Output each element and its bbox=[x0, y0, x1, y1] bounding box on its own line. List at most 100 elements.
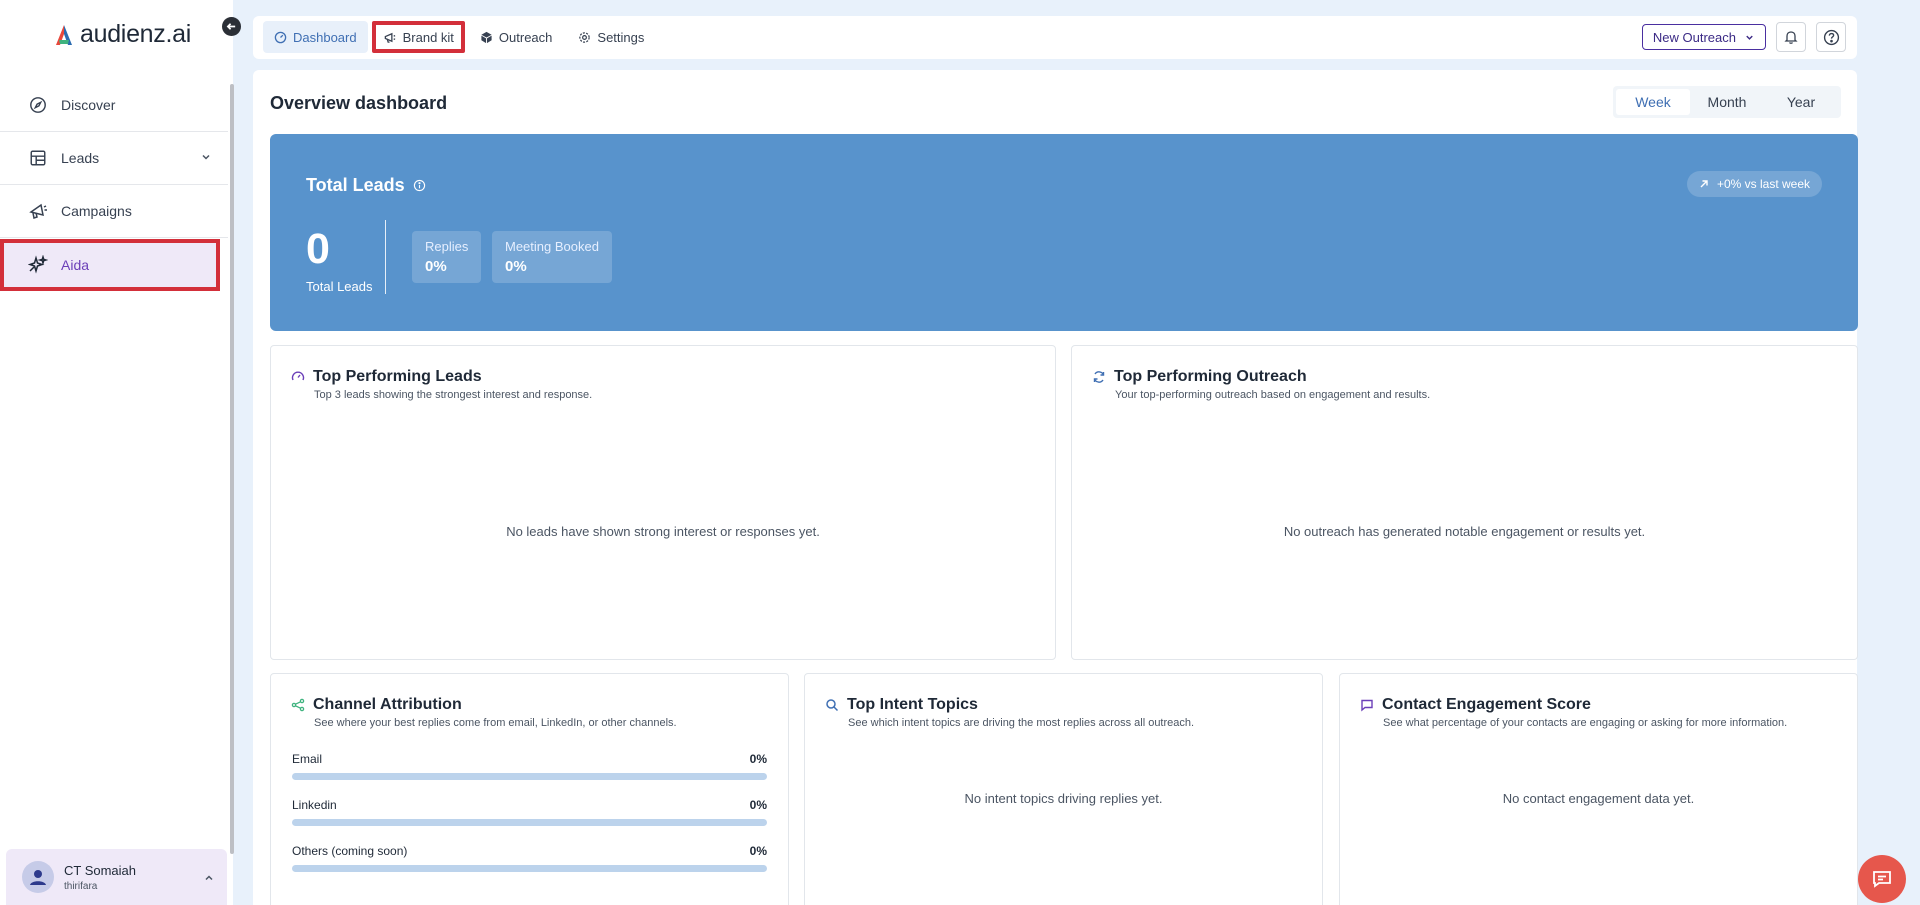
dashboard-icon bbox=[274, 31, 287, 44]
top-tabs: Dashboard Brand kit Outreach Settings bbox=[263, 21, 655, 53]
card-title-text: Top Performing Leads bbox=[313, 368, 482, 385]
card-title-text: Channel Attribution bbox=[313, 696, 462, 713]
main-content: Overview dashboard Week Month Year Total… bbox=[253, 70, 1858, 905]
period-week[interactable]: Week bbox=[1616, 89, 1690, 115]
compass-icon bbox=[28, 95, 48, 115]
tab-label: Settings bbox=[597, 29, 645, 45]
hero-title-text: Total Leads bbox=[306, 175, 405, 195]
card-title: Top Intent Topics bbox=[825, 696, 1194, 714]
tab-label: Brand kit bbox=[402, 29, 454, 45]
card-subtitle: See where your best replies come from em… bbox=[314, 717, 677, 729]
sidebar-item-label: Aida bbox=[61, 257, 90, 273]
total-leads-card: Total Leads +0% vs last week 0 Total Lea… bbox=[270, 134, 1858, 331]
total-leads-label: Total Leads bbox=[306, 279, 373, 294]
hero-divider bbox=[385, 220, 386, 294]
arrow-left-icon bbox=[226, 23, 236, 30]
intent-topics-card: Top Intent Topics See which intent topic… bbox=[804, 673, 1323, 905]
sidebar-item-label: Leads bbox=[61, 150, 100, 166]
card-title: Top Performing Leads bbox=[291, 368, 592, 386]
new-outreach-button[interactable]: New Outreach bbox=[1641, 24, 1766, 50]
user-menu[interactable]: CT Somaiah thirifara bbox=[6, 849, 227, 905]
share-icon bbox=[291, 698, 305, 712]
chevron-down-icon[interactable] bbox=[200, 150, 212, 166]
tab-label: Dashboard bbox=[293, 29, 357, 45]
arrow-up-right-icon bbox=[1700, 180, 1708, 188]
cube-icon bbox=[480, 31, 493, 44]
empty-state: No outreach has generated notable engage… bbox=[1283, 524, 1646, 539]
sidebar-item-aida[interactable]: Aida bbox=[0, 239, 220, 291]
bell-icon bbox=[1784, 31, 1798, 44]
card-subtitle: Your top-performing outreach based on en… bbox=[1115, 389, 1431, 401]
megaphone-icon bbox=[383, 31, 397, 44]
user-name: CT Somaiah bbox=[64, 862, 137, 878]
chat-icon bbox=[1873, 871, 1891, 888]
sidebar-item-discover[interactable]: Discover bbox=[0, 79, 228, 132]
message-icon bbox=[1361, 699, 1373, 712]
period-year[interactable]: Year bbox=[1764, 89, 1838, 115]
stat-meeting-booked: Meeting Booked 0% bbox=[492, 231, 612, 283]
channel-label: Linkedin bbox=[292, 798, 337, 812]
tab-dashboard[interactable]: Dashboard bbox=[263, 21, 368, 53]
hero-title: Total Leads bbox=[306, 175, 426, 196]
channel-row-email: Email 0% bbox=[292, 752, 767, 780]
channel-progress-bar bbox=[292, 865, 767, 872]
card-title-text: Top Performing Outreach bbox=[1114, 368, 1307, 385]
card-title-text: Top Intent Topics bbox=[847, 696, 978, 713]
engagement-score-card: Contact Engagement Score See what percen… bbox=[1339, 673, 1858, 905]
chevron-down-icon bbox=[1746, 35, 1753, 40]
stat-label: Meeting Booked bbox=[505, 239, 599, 254]
help-circle-icon bbox=[1823, 29, 1839, 45]
trend-badge-text: +0% vs last week bbox=[1716, 177, 1810, 191]
gear-icon bbox=[578, 31, 591, 44]
table-icon bbox=[28, 148, 48, 168]
card-subtitle: Top 3 leads showing the strongest intere… bbox=[314, 389, 593, 401]
sparkles-icon bbox=[28, 255, 48, 275]
logo-mark-icon bbox=[56, 24, 72, 45]
total-leads-value: 0 bbox=[306, 225, 330, 273]
refresh-icon bbox=[1093, 371, 1105, 383]
channel-progress-bar bbox=[292, 773, 767, 780]
stat-label: Replies bbox=[425, 239, 469, 254]
tab-brand-kit[interactable]: Brand kit bbox=[371, 21, 465, 53]
sidebar-nav: Discover Leads Campaigns Aida bbox=[0, 79, 228, 291]
search-icon bbox=[826, 699, 839, 712]
channel-label: Others (coming soon) bbox=[292, 844, 408, 858]
empty-state: No leads have shown strong interest or r… bbox=[506, 524, 820, 539]
sidebar-scrollbar[interactable] bbox=[230, 84, 234, 854]
stat-value: 0% bbox=[505, 258, 527, 275]
megaphone-icon bbox=[28, 201, 48, 221]
gauge-icon bbox=[291, 371, 305, 381]
sidebar-item-label: Campaigns bbox=[61, 203, 132, 219]
notifications-button[interactable] bbox=[1776, 22, 1806, 52]
channel-row-linkedin: Linkedin 0% bbox=[292, 798, 767, 826]
channel-value: 0% bbox=[749, 752, 767, 766]
top-leads-card: Top Performing Leads Top 3 leads showing… bbox=[270, 345, 1056, 660]
trend-badge: +0% vs last week bbox=[1686, 171, 1822, 197]
logo[interactable]: audienz.ai bbox=[52, 20, 191, 49]
collapse-sidebar-button[interactable] bbox=[222, 17, 241, 36]
stat-replies: Replies 0% bbox=[412, 231, 482, 283]
page-title: Overview dashboard bbox=[270, 93, 448, 113]
avatar bbox=[22, 861, 54, 893]
sidebar: audienz.ai Discover Leads Campaigns Aida… bbox=[0, 0, 234, 905]
channel-value: 0% bbox=[749, 844, 767, 858]
card-subtitle: See which intent topics are driving the … bbox=[848, 717, 1195, 729]
period-month[interactable]: Month bbox=[1690, 89, 1764, 115]
help-button[interactable] bbox=[1816, 22, 1846, 52]
chat-support-button[interactable] bbox=[1858, 855, 1906, 903]
info-icon[interactable] bbox=[413, 179, 426, 192]
user-icon bbox=[30, 870, 46, 885]
tab-settings[interactable]: Settings bbox=[567, 21, 655, 53]
card-title-text: Contact Engagement Score bbox=[1382, 696, 1591, 713]
chevron-up-icon[interactable] bbox=[203, 871, 215, 889]
sidebar-item-campaigns[interactable]: Campaigns bbox=[0, 185, 228, 238]
stat-value: 0% bbox=[425, 258, 447, 275]
user-workspace: thirifara bbox=[64, 880, 98, 892]
new-outreach-label: New Outreach bbox=[1652, 29, 1736, 45]
sidebar-item-leads[interactable]: Leads bbox=[0, 132, 228, 185]
top-outreach-card: Top Performing Outreach Your top-perform… bbox=[1071, 345, 1858, 660]
card-subtitle: See what percentage of your contacts are… bbox=[1383, 717, 1788, 729]
card-title: Top Performing Outreach bbox=[1092, 368, 1430, 386]
logo-text: audienz.ai bbox=[80, 20, 191, 48]
tab-outreach[interactable]: Outreach bbox=[469, 21, 563, 53]
